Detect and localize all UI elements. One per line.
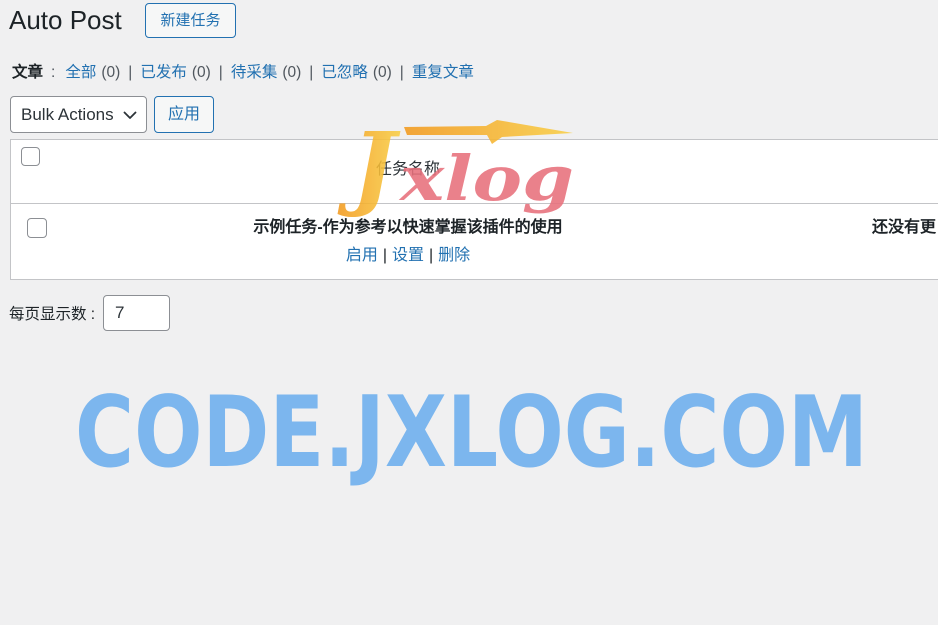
filter-published[interactable]: 已发布 (140, 62, 187, 84)
row-checkbox[interactable] (27, 218, 47, 238)
table-row: 示例任务-作为参考以快速掌握该插件的使用 启用 | 设置 | 删除 还没有更 (11, 204, 938, 279)
select-all-checkbox[interactable] (21, 147, 40, 166)
filter-divider: | (309, 64, 314, 81)
per-page-label: 每页显示数 : (9, 306, 96, 323)
row-action-divider: | (382, 247, 387, 264)
task-status: 还没有更 (872, 219, 937, 236)
filter-ignored-count: (0) (372, 64, 392, 81)
filter-ignored[interactable]: 已忽略 (321, 62, 368, 84)
bulk-actions-select[interactable]: Bulk Actions (10, 96, 147, 133)
filter-group-label: 文章 (12, 64, 44, 81)
filter-all-count: (0) (101, 64, 121, 81)
filter-duplicates[interactable]: 重复文章 (412, 62, 474, 84)
task-settings-link[interactable]: 设置 (392, 247, 424, 264)
filter-colon: : (51, 64, 56, 81)
site-url-watermark: CODE.JXLOG.COM (75, 376, 868, 490)
filter-pending[interactable]: 待采集 (231, 62, 278, 84)
per-page-input[interactable] (103, 295, 170, 331)
task-title: 示例任务-作为参考以快速掌握该插件的使用 (253, 219, 563, 236)
column-header-task-name[interactable]: 任务名称 (60, 159, 756, 181)
apply-bulk-action-button[interactable]: 应用 (154, 96, 214, 133)
delete-task-link[interactable]: 删除 (438, 247, 470, 264)
row-action-divider: | (429, 247, 434, 264)
table-header-row: 任务名称 (11, 140, 938, 204)
filter-divider: | (399, 64, 404, 81)
filter-published-count: (0) (191, 64, 211, 81)
new-task-button[interactable]: 新建任务 (145, 3, 236, 38)
bulk-actions-selected-value: Bulk Actions (21, 105, 114, 124)
chevron-down-icon (123, 111, 137, 119)
page-title: Auto Post (9, 5, 122, 35)
admin-page: { "header": { "title": "Auto Post", "new… (0, 0, 938, 625)
row-actions: 启用 | 设置 | 删除 (60, 245, 756, 267)
tasks-table: 任务名称 示例任务-作为参考以快速掌握该插件的使用 启用 | 设置 | 删除 还没有更 (10, 139, 938, 280)
post-status-filters: 文章 : 全部 (0) | 已发布 (0) | 待采集 (0) | 已忽略 (0… (12, 62, 474, 84)
filter-all[interactable]: 全部 (65, 62, 96, 84)
enable-task-link[interactable]: 启用 (346, 247, 378, 264)
filter-divider: | (128, 64, 133, 81)
filter-divider: | (218, 64, 223, 81)
filter-pending-count: (0) (282, 64, 302, 81)
